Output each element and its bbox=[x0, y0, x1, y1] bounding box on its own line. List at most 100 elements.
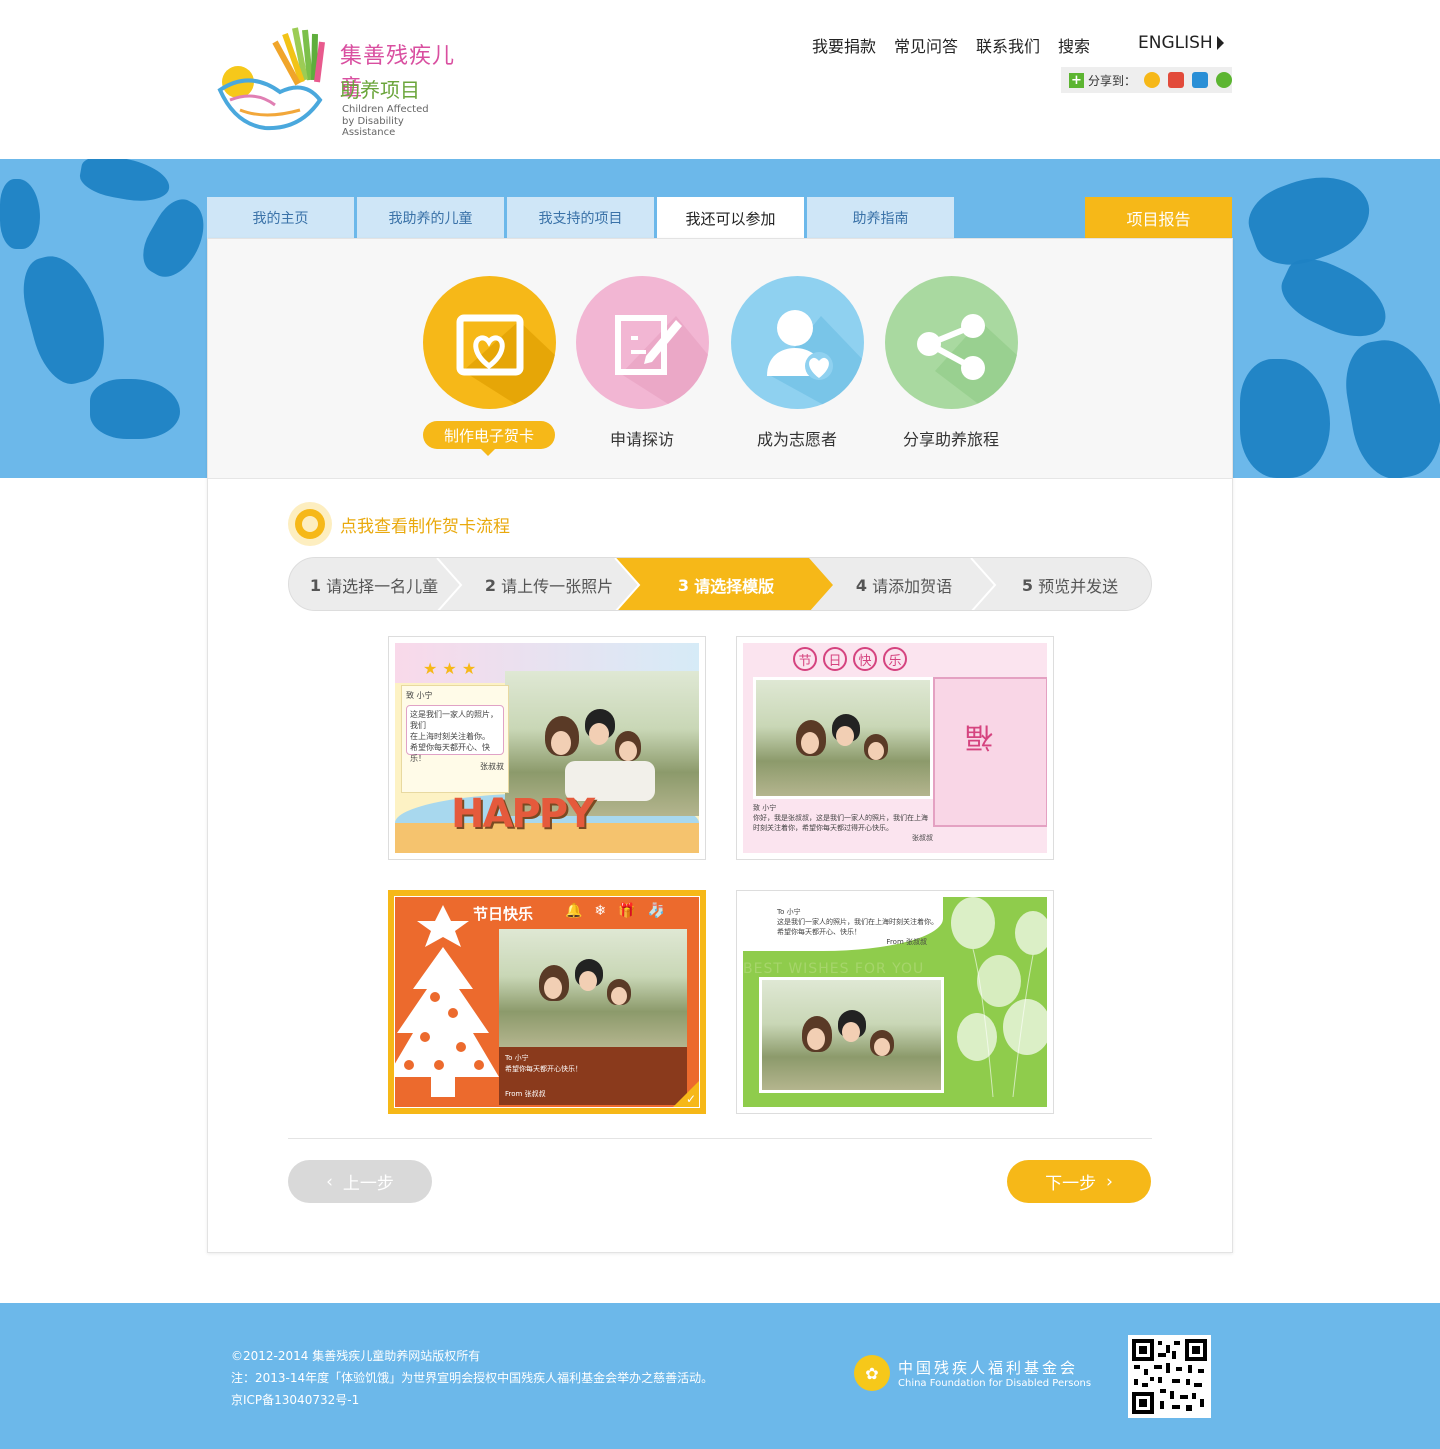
banner-decoration bbox=[1272, 248, 1398, 350]
photo-face bbox=[868, 742, 884, 760]
nav-donate[interactable]: 我要捐款 bbox=[812, 33, 876, 57]
template-2-preview: 节 日 快 乐 福 致 小宁 你好，我是张叔叔，这是我们一家人的照片，我们在上海… bbox=[743, 643, 1047, 853]
template-1-to: 致 小宁 bbox=[406, 691, 433, 700]
check-icon: ✓ bbox=[685, 1092, 696, 1106]
foundation-logo[interactable]: ✿ 中国残疾人福利基金会 China Foundation for Disabl… bbox=[854, 1355, 1091, 1391]
template-card-4[interactable]: To 小宁 这是我们一家人的照片，我们在上海时刻关注着你。 希望你每天都开心、快… bbox=[736, 890, 1054, 1114]
step-2-num: 2 bbox=[484, 575, 497, 595]
logo-subtitle-cn: 助养项目 bbox=[340, 78, 420, 102]
star-icon: ★ ★ ★ bbox=[423, 659, 477, 678]
tab-guide[interactable]: 助养指南 bbox=[807, 197, 954, 238]
template-2-title-char: 节 bbox=[793, 647, 817, 671]
become-volunteer-label[interactable]: 成为志愿者 bbox=[727, 426, 867, 450]
top-nav: 我要捐款 常见问答 联系我们 搜索 bbox=[812, 33, 1090, 57]
template-4-to: To 小宁 bbox=[777, 908, 801, 916]
wechat-share-icon[interactable] bbox=[1216, 72, 1233, 88]
become-volunteer-button[interactable] bbox=[731, 276, 864, 409]
logo-title-en: Children Affected bbox=[342, 104, 429, 115]
template-2-msg-2: 时刻关注着你，希望你每天都过得开心快乐。 bbox=[753, 824, 893, 832]
tab-my-children[interactable]: 我助养的儿童 bbox=[357, 197, 504, 238]
template-1-preview: ★ ★ ★ 致 小宁 这是我们一家人的照片，我们 在上海时刻关注着你。 希望你每… bbox=[395, 643, 699, 853]
template-card-1[interactable]: ★ ★ ★ 致 小宁 这是我们一家人的照片，我们 在上海时刻关注着你。 希望你每… bbox=[388, 636, 706, 860]
qzone-share-icon[interactable] bbox=[1144, 72, 1161, 88]
template-3-from: From 张叔叔 bbox=[505, 1090, 546, 1098]
footer-icp[interactable]: 京ICP备13040732号-1 bbox=[231, 1391, 359, 1408]
step-progress: 1 请选择一名儿童 2 请上传一张照片 3 请选择模版 4 请添加贺语 5 预览并发送 bbox=[288, 557, 1152, 611]
step-4: 4 请添加贺语 bbox=[829, 558, 979, 610]
english-link[interactable]: ENGLISH bbox=[1138, 33, 1224, 53]
photo-face bbox=[836, 726, 854, 746]
weibo-share-icon[interactable] bbox=[1168, 72, 1185, 88]
banner-decoration bbox=[0, 179, 40, 249]
content-panel bbox=[207, 238, 1233, 1253]
site-header: 集善残疾儿童 助养项目 Children Affected by Disabil… bbox=[0, 0, 1440, 159]
photo-face bbox=[579, 971, 597, 991]
template-2-note: 致 小宁 你好，我是张叔叔，这是我们一家人的照片，我们在上海 时刻关注着你，希望… bbox=[753, 803, 933, 843]
caret-right-icon bbox=[1216, 36, 1224, 50]
template-2-photo bbox=[753, 677, 933, 799]
share-label: 分享到： bbox=[1088, 73, 1137, 88]
step-5-label: 预览并发送 bbox=[1038, 577, 1119, 596]
template-2-title-char: 乐 bbox=[883, 647, 907, 671]
ornament-icons: 🔔❄🎁🧦 bbox=[565, 903, 678, 919]
template-4-watermark: BEST WISHES FOR YOU bbox=[743, 961, 925, 977]
apply-visit-button[interactable] bbox=[576, 276, 709, 409]
make-ecard-button[interactable] bbox=[423, 276, 556, 409]
step-1-num: 1 bbox=[309, 575, 322, 595]
nav-search[interactable]: 搜索 bbox=[1058, 33, 1090, 57]
template-3-note: To 小宁 希望你每天都开心快乐！ From 张叔叔 bbox=[499, 1047, 687, 1105]
share-icon bbox=[917, 314, 1018, 409]
template-2-to: 致 小宁 bbox=[753, 804, 777, 812]
photo-face bbox=[801, 732, 819, 754]
template-3-to: To 小宁 bbox=[505, 1054, 529, 1062]
qr-code-icon bbox=[1132, 1339, 1207, 1414]
step-5: 5 预览并发送 bbox=[995, 558, 1145, 610]
template-2-from: 张叔叔 bbox=[912, 834, 933, 842]
tab-my-projects[interactable]: 我支持的项目 bbox=[507, 197, 654, 238]
photo-face bbox=[589, 723, 609, 745]
chevron-right-icon: › bbox=[1106, 1171, 1113, 1192]
template-4-from: From 张叔叔 bbox=[886, 938, 927, 946]
balloons-icon bbox=[951, 897, 1047, 1098]
tab-can-join[interactable]: 我还可以参加 bbox=[657, 197, 804, 239]
step-1-label: 请选择一名儿童 bbox=[326, 577, 439, 596]
project-report-button[interactable]: 项目报告 bbox=[1085, 197, 1232, 238]
step-4-num: 4 bbox=[855, 575, 868, 595]
banner-decoration bbox=[1338, 332, 1440, 478]
volunteer-icon bbox=[767, 310, 864, 409]
template-card-3[interactable]: 节日快乐 🔔❄🎁🧦 To 小宁 希望你每天都开心快乐！ From 张叔叔 ✓ bbox=[388, 890, 706, 1114]
template-4-msg-2: 希望你每天都开心、快乐！ bbox=[777, 928, 861, 936]
apply-visit-label[interactable]: 申请探访 bbox=[572, 426, 712, 450]
next-step-button[interactable]: 下一步 › bbox=[1007, 1160, 1151, 1203]
step-5-num: 5 bbox=[1021, 575, 1034, 595]
foundation-emblem-icon: ✿ bbox=[854, 1355, 890, 1391]
banner-decoration bbox=[1240, 359, 1330, 478]
step-3: 3 请选择模版 bbox=[641, 558, 811, 610]
flow-link[interactable]: 点我查看制作贺卡流程 bbox=[288, 502, 510, 546]
step-1: 1 请选择一名儿童 bbox=[299, 558, 449, 610]
tab-my-home[interactable]: 我的主页 bbox=[207, 197, 354, 238]
template-4-note: To 小宁 这是我们一家人的照片，我们在上海时刻关注着你。 希望你每天都开心、快… bbox=[777, 907, 967, 947]
foundation-name-en: China Foundation for Disabled Persons bbox=[898, 1378, 1092, 1389]
share-journey-label[interactable]: 分享助养旅程 bbox=[881, 426, 1021, 450]
nav-faq[interactable]: 常见问答 bbox=[894, 33, 958, 57]
plus-icon[interactable]: + bbox=[1069, 72, 1084, 88]
card-heart-icon bbox=[456, 314, 556, 409]
step-3-label: 请选择模版 bbox=[694, 577, 775, 596]
photo-face bbox=[842, 1022, 860, 1042]
nav-contact[interactable]: 联系我们 bbox=[976, 33, 1040, 57]
main-tabs: 我的主页 我助养的儿童 我支持的项目 我还可以参加 助养指南 bbox=[207, 197, 954, 239]
photo-face bbox=[611, 987, 627, 1005]
share-journey-button[interactable] bbox=[885, 276, 1018, 409]
make-ecard-label[interactable]: 制作电子贺卡 bbox=[423, 421, 555, 456]
template-4-photo bbox=[759, 977, 944, 1093]
template-3-msg: 希望你每天都开心快乐！ bbox=[505, 1065, 582, 1073]
banner-decoration bbox=[90, 379, 180, 439]
actions-divider bbox=[288, 1138, 1152, 1139]
tencent-weibo-share-icon[interactable] bbox=[1192, 72, 1209, 88]
site-logo[interactable]: 集善残疾儿童 助养项目 Children Affected by Disabil… bbox=[210, 20, 460, 140]
photo-face bbox=[874, 1038, 890, 1056]
prev-step-button[interactable]: ‹ 上一步 bbox=[288, 1160, 432, 1203]
template-card-2[interactable]: 节 日 快 乐 福 致 小宁 你好，我是张叔叔，这是我们一家人的照片，我们在上海… bbox=[736, 636, 1054, 860]
template-3-photo bbox=[499, 929, 687, 1047]
